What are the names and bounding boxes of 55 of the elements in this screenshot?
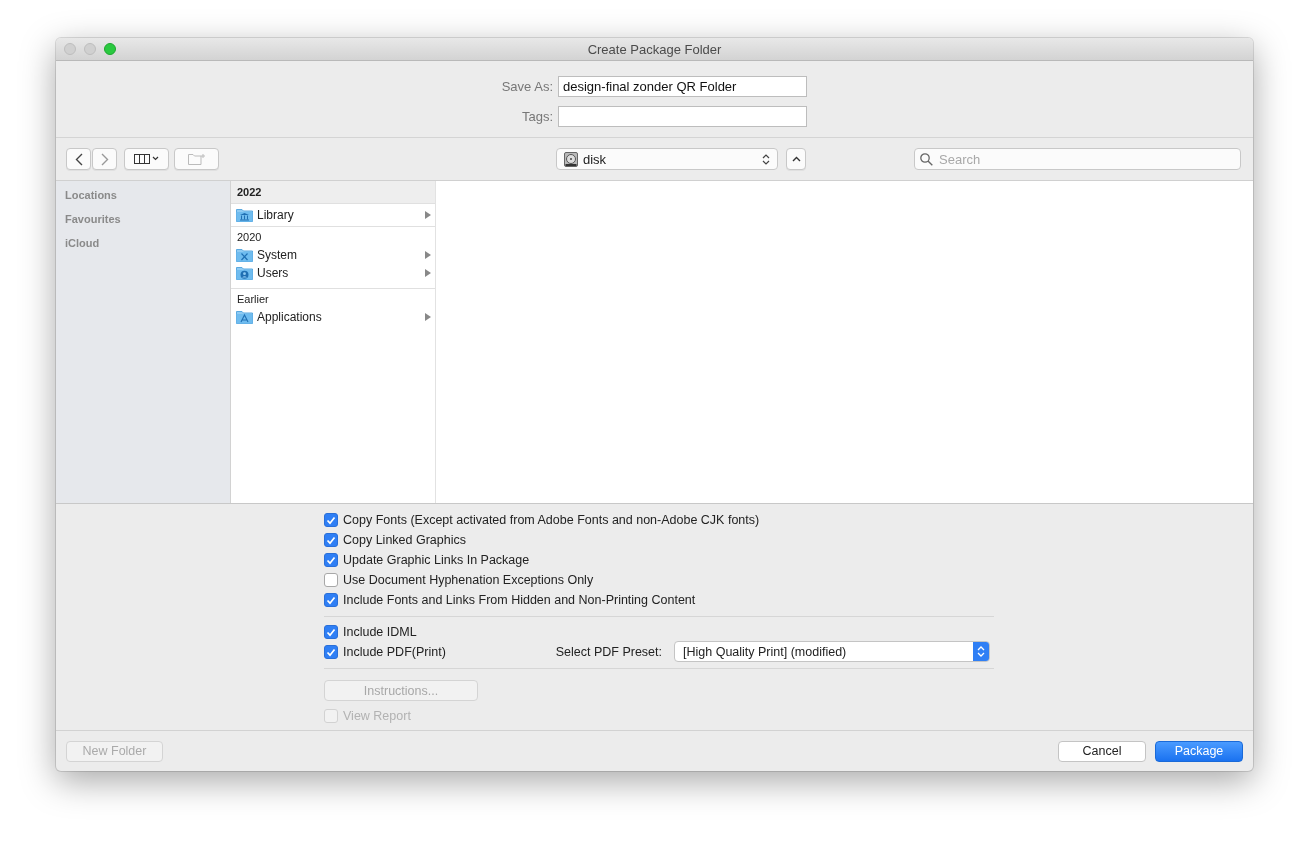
- folder-person-icon: [236, 266, 253, 280]
- folder-letter-a-icon: [236, 310, 253, 324]
- close-button[interactable]: [64, 43, 76, 55]
- checkbox[interactable]: [324, 513, 338, 527]
- save-as-field[interactable]: design-final zonder QR Folder: [558, 76, 807, 97]
- checkmark-icon: [326, 595, 336, 605]
- columns-icon: [133, 154, 160, 164]
- folder-row[interactable]: Users: [231, 264, 435, 282]
- checkbox-option[interactable]: Copy Fonts (Except activated from Adobe Fonts and non-Adobe CJK fonts): [324, 510, 760, 530]
- folder-row[interactable]: Applications: [231, 308, 435, 326]
- new-folder-button[interactable]: [174, 148, 219, 170]
- pdf-preset-dropdown[interactable]: [High Quality Print] (modified): [674, 641, 990, 662]
- default-button[interactable]: Package: [1155, 740, 1243, 762]
- folder-plus-icon: [187, 153, 206, 165]
- window-title: Create Package Folder: [587, 41, 722, 57]
- pdf-preset-label: Select PDF Preset:: [555, 644, 662, 659]
- folder-row[interactable]: Library: [231, 204, 435, 226]
- checkbox[interactable]: [324, 553, 338, 567]
- tags-label: Tags:: [520, 109, 553, 124]
- location-label: disk: [583, 151, 608, 167]
- checkbox[interactable]: [324, 625, 338, 639]
- checkbox-option[interactable]: Update Graphic Links In Package: [324, 550, 530, 570]
- folder-x-icon: [236, 248, 253, 262]
- checkbox-option[interactable]: Include PDF(Print): [324, 642, 446, 662]
- save-as-label: Save As:: [500, 79, 553, 94]
- back-button[interactable]: [66, 148, 91, 170]
- checkbox[interactable]: [324, 593, 338, 607]
- date-group-heading: Earlier: [236, 292, 270, 307]
- checkbox-option[interactable]: Include Fonts and Links From Hidden and Non-Printing Content: [324, 590, 696, 610]
- date-group-heading: 2022: [231, 181, 435, 204]
- checkbox[interactable]: [324, 533, 338, 547]
- up-down-arrows-icon: [762, 152, 770, 166]
- checkbox[interactable]: [324, 573, 338, 587]
- date-group-heading: 2020: [236, 230, 263, 245]
- zoom-button[interactable]: [104, 43, 116, 55]
- view-mode-button[interactable]: [124, 148, 169, 170]
- checkbox-option[interactable]: Use Document Hyphenation Exceptions Only: [324, 570, 594, 590]
- tags-field[interactable]: [558, 106, 807, 127]
- chevron-left-icon: [74, 152, 83, 166]
- search-icon: [920, 153, 933, 166]
- chevron-right-icon: [100, 152, 109, 166]
- cancel-button[interactable]: Cancel: [1058, 740, 1146, 762]
- parent-folder-button[interactable]: [786, 148, 806, 170]
- checkbox-option[interactable]: Include IDML: [324, 622, 417, 642]
- chevron-up-icon: [791, 156, 801, 162]
- hard-disk-icon: [564, 151, 578, 167]
- up-down-arrows-icon: [973, 642, 989, 661]
- checkbox-option[interactable]: Copy Linked Graphics: [324, 530, 466, 550]
- forward-button[interactable]: [92, 148, 117, 170]
- folder-columns-icon: [236, 208, 253, 222]
- folder-row[interactable]: System: [231, 246, 435, 264]
- checkbox[interactable]: [324, 645, 338, 659]
- location-popup[interactable]: disk: [556, 148, 778, 170]
- minimize-button[interactable]: [84, 43, 96, 55]
- search-field[interactable]: Search: [914, 148, 1241, 170]
